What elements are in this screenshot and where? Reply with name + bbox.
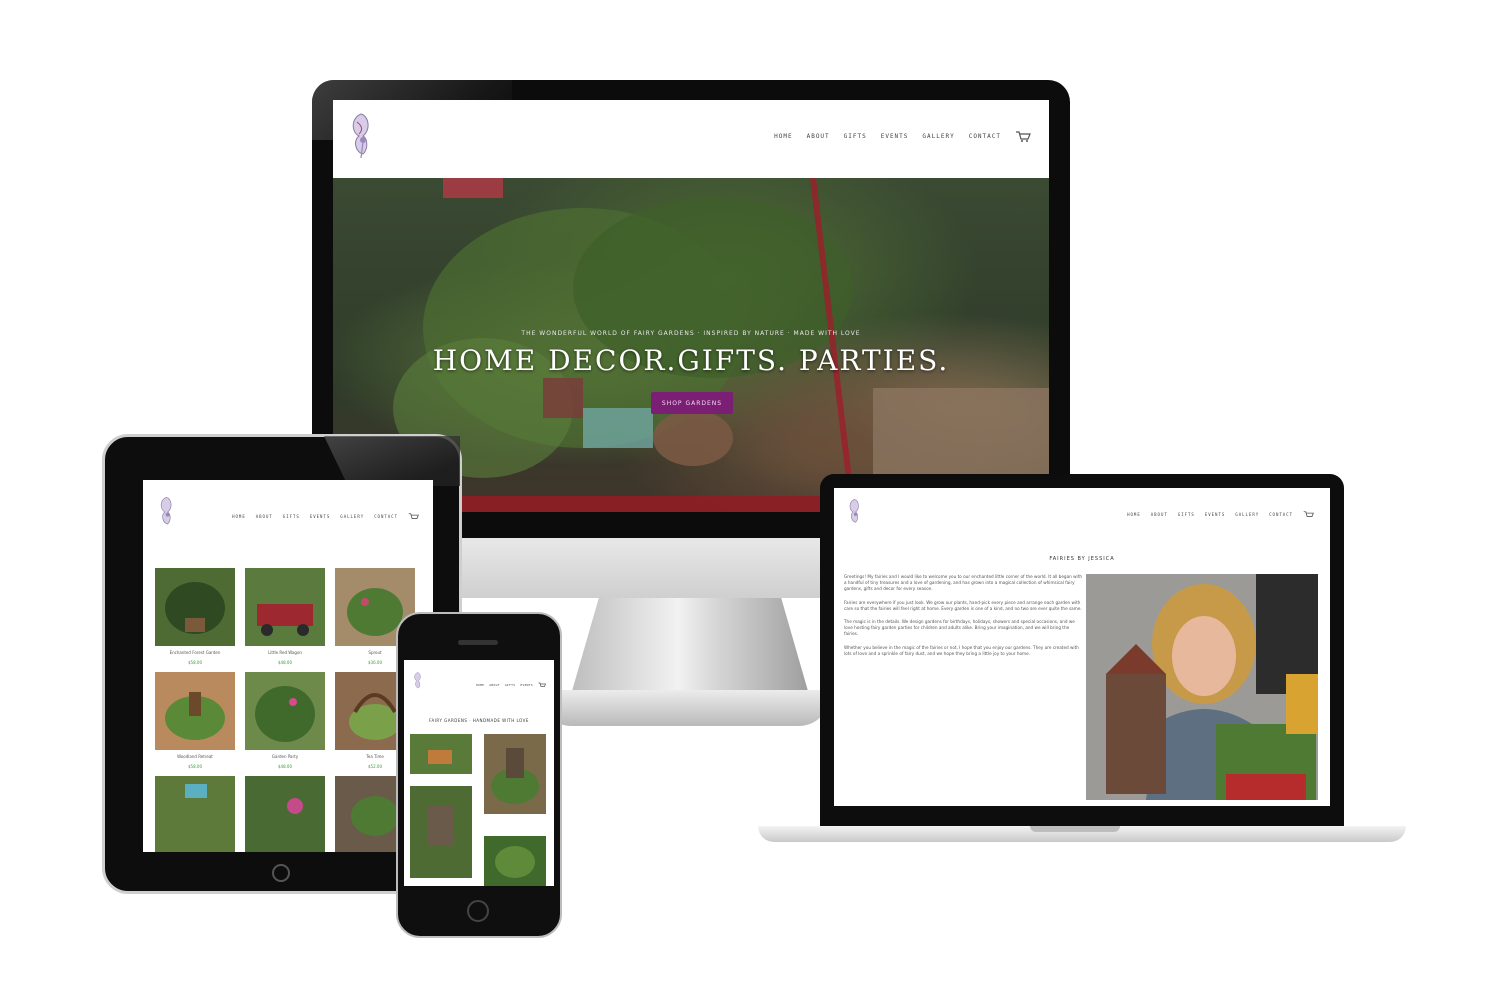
- nav-gallery[interactable]: GALLERY: [340, 514, 364, 519]
- home-button-icon[interactable]: [467, 900, 489, 922]
- phone-nav: HOME ABOUT GIFTS EVENTS: [476, 682, 546, 688]
- product-thumbnail[interactable]: [155, 672, 235, 750]
- product-thumbnail[interactable]: [245, 672, 325, 750]
- shop-gardens-button[interactable]: SHOP GARDENS: [651, 392, 733, 414]
- nav-gifts[interactable]: GIFTS: [283, 514, 300, 519]
- nav-about[interactable]: ABOUT: [807, 133, 830, 140]
- about-paragraph: Whether you believe in the magic of the …: [844, 644, 1079, 656]
- product-price: $48.00: [278, 764, 292, 769]
- cart-icon[interactable]: [538, 682, 546, 688]
- laptop-site-screen: HOME ABOUT GIFTS EVENTS GALLERY CONTACT …: [834, 488, 1330, 806]
- fairy-logo-icon[interactable]: [846, 496, 864, 528]
- phone-speaker: [458, 640, 498, 645]
- monitor-stand-base: [540, 690, 830, 726]
- product-thumbnail[interactable]: [155, 776, 235, 852]
- fairy-logo-icon[interactable]: [157, 492, 177, 532]
- product-price: $36.00: [368, 660, 382, 665]
- cart-icon[interactable]: [1015, 130, 1031, 142]
- nav-gifts[interactable]: GIFTS: [1178, 512, 1195, 517]
- nav-events[interactable]: EVENTS: [881, 133, 909, 140]
- nav-gifts[interactable]: GIFTS: [844, 133, 867, 140]
- product-card[interactable]: Woodland Retreat $58.00: [155, 672, 235, 770]
- laptop-notch: [1030, 826, 1120, 832]
- nav-home[interactable]: HOME: [774, 133, 792, 140]
- nav-home[interactable]: HOME: [232, 514, 246, 519]
- fairy-logo-icon[interactable]: [347, 108, 377, 164]
- owner-portrait-photo: [1086, 574, 1318, 800]
- home-button-icon[interactable]: [272, 864, 290, 882]
- product-price: $58.00: [188, 660, 202, 665]
- nav-gallery[interactable]: GALLERY: [922, 133, 954, 140]
- nav-home[interactable]: HOME: [1127, 512, 1141, 517]
- product-name[interactable]: Sprout: [368, 650, 381, 656]
- monitor-stand-neck: [570, 598, 810, 698]
- phone-site-screen: HOME ABOUT GIFTS EVENTS FAIRY GARDENS · …: [404, 660, 554, 886]
- nav-about[interactable]: ABOUT: [489, 683, 500, 687]
- nav-contact[interactable]: CONTACT: [969, 133, 1001, 140]
- product-thumbnail[interactable]: [410, 734, 472, 774]
- cart-icon[interactable]: [408, 512, 419, 521]
- product-thumbnail[interactable]: [484, 836, 546, 886]
- about-heading: FAIRIES BY JESSICA: [1049, 556, 1115, 562]
- nav-gifts[interactable]: GIFTS: [505, 683, 516, 687]
- product-card[interactable]: Garden Party $48.00: [245, 672, 325, 770]
- product-name[interactable]: Little Red Wagon: [268, 650, 302, 656]
- nav-gallery[interactable]: GALLERY: [1235, 512, 1259, 517]
- nav-events[interactable]: EVENTS: [520, 683, 533, 687]
- nav-contact[interactable]: CONTACT: [1269, 512, 1293, 517]
- product-thumbnail[interactable]: [410, 786, 472, 878]
- tablet-nav: HOME ABOUT GIFTS EVENTS GALLERY CONTACT: [232, 512, 419, 521]
- nav-contact[interactable]: CONTACT: [374, 514, 398, 519]
- about-paragraph: The magic is in the details. We design g…: [844, 619, 1075, 637]
- product-card[interactable]: Enchanted Forest Garden $58.00: [155, 568, 235, 666]
- nav-events[interactable]: EVENTS: [1205, 512, 1225, 517]
- phone-heading: FAIRY GARDENS · HANDMADE WITH LOVE: [429, 718, 529, 723]
- desktop-nav: HOME ABOUT GIFTS EVENTS GALLERY CONTACT: [774, 130, 1031, 142]
- cart-icon[interactable]: [1303, 510, 1314, 519]
- product-thumbnail[interactable]: [155, 568, 235, 646]
- product-name[interactable]: Tea Time: [366, 754, 384, 760]
- product-name[interactable]: Garden Party: [272, 754, 298, 760]
- about-paragraph: Fairies are everywhere if you just look.…: [844, 599, 1082, 611]
- hero-title: HOME DECOR.GIFTS. PARTIES.: [432, 344, 950, 377]
- product-name[interactable]: Enchanted Forest Garden: [170, 650, 221, 656]
- product-card[interactable]: Little Red Wagon $48.00: [245, 568, 325, 666]
- product-price: $58.00: [188, 764, 202, 769]
- hero-tagline: THE WONDERFUL WORLD OF FAIRY GARDENS · I…: [521, 330, 861, 337]
- about-text: Greetings! My fairies and I would like t…: [844, 574, 1084, 664]
- product-name[interactable]: Woodland Retreat: [177, 754, 213, 760]
- product-grid: Enchanted Forest Garden $58.00 Little Re…: [155, 568, 415, 852]
- fairy-logo-icon[interactable]: [412, 670, 424, 692]
- nav-home[interactable]: HOME: [476, 683, 484, 687]
- laptop-nav: HOME ABOUT GIFTS EVENTS GALLERY CONTACT: [1127, 510, 1314, 519]
- about-paragraph: Greetings! My fairies and I would like t…: [844, 574, 1083, 592]
- product-price: $52.00: [368, 764, 382, 769]
- product-thumbnail[interactable]: [245, 568, 325, 646]
- product-price: $48.00: [278, 660, 292, 665]
- nav-about[interactable]: ABOUT: [256, 514, 273, 519]
- product-thumbnail[interactable]: [245, 776, 325, 852]
- nav-events[interactable]: EVENTS: [310, 514, 330, 519]
- product-thumbnail[interactable]: [484, 734, 546, 814]
- tablet-site-screen: HOME ABOUT GIFTS EVENTS GALLERY CONTACT …: [143, 480, 433, 852]
- nav-about[interactable]: ABOUT: [1151, 512, 1168, 517]
